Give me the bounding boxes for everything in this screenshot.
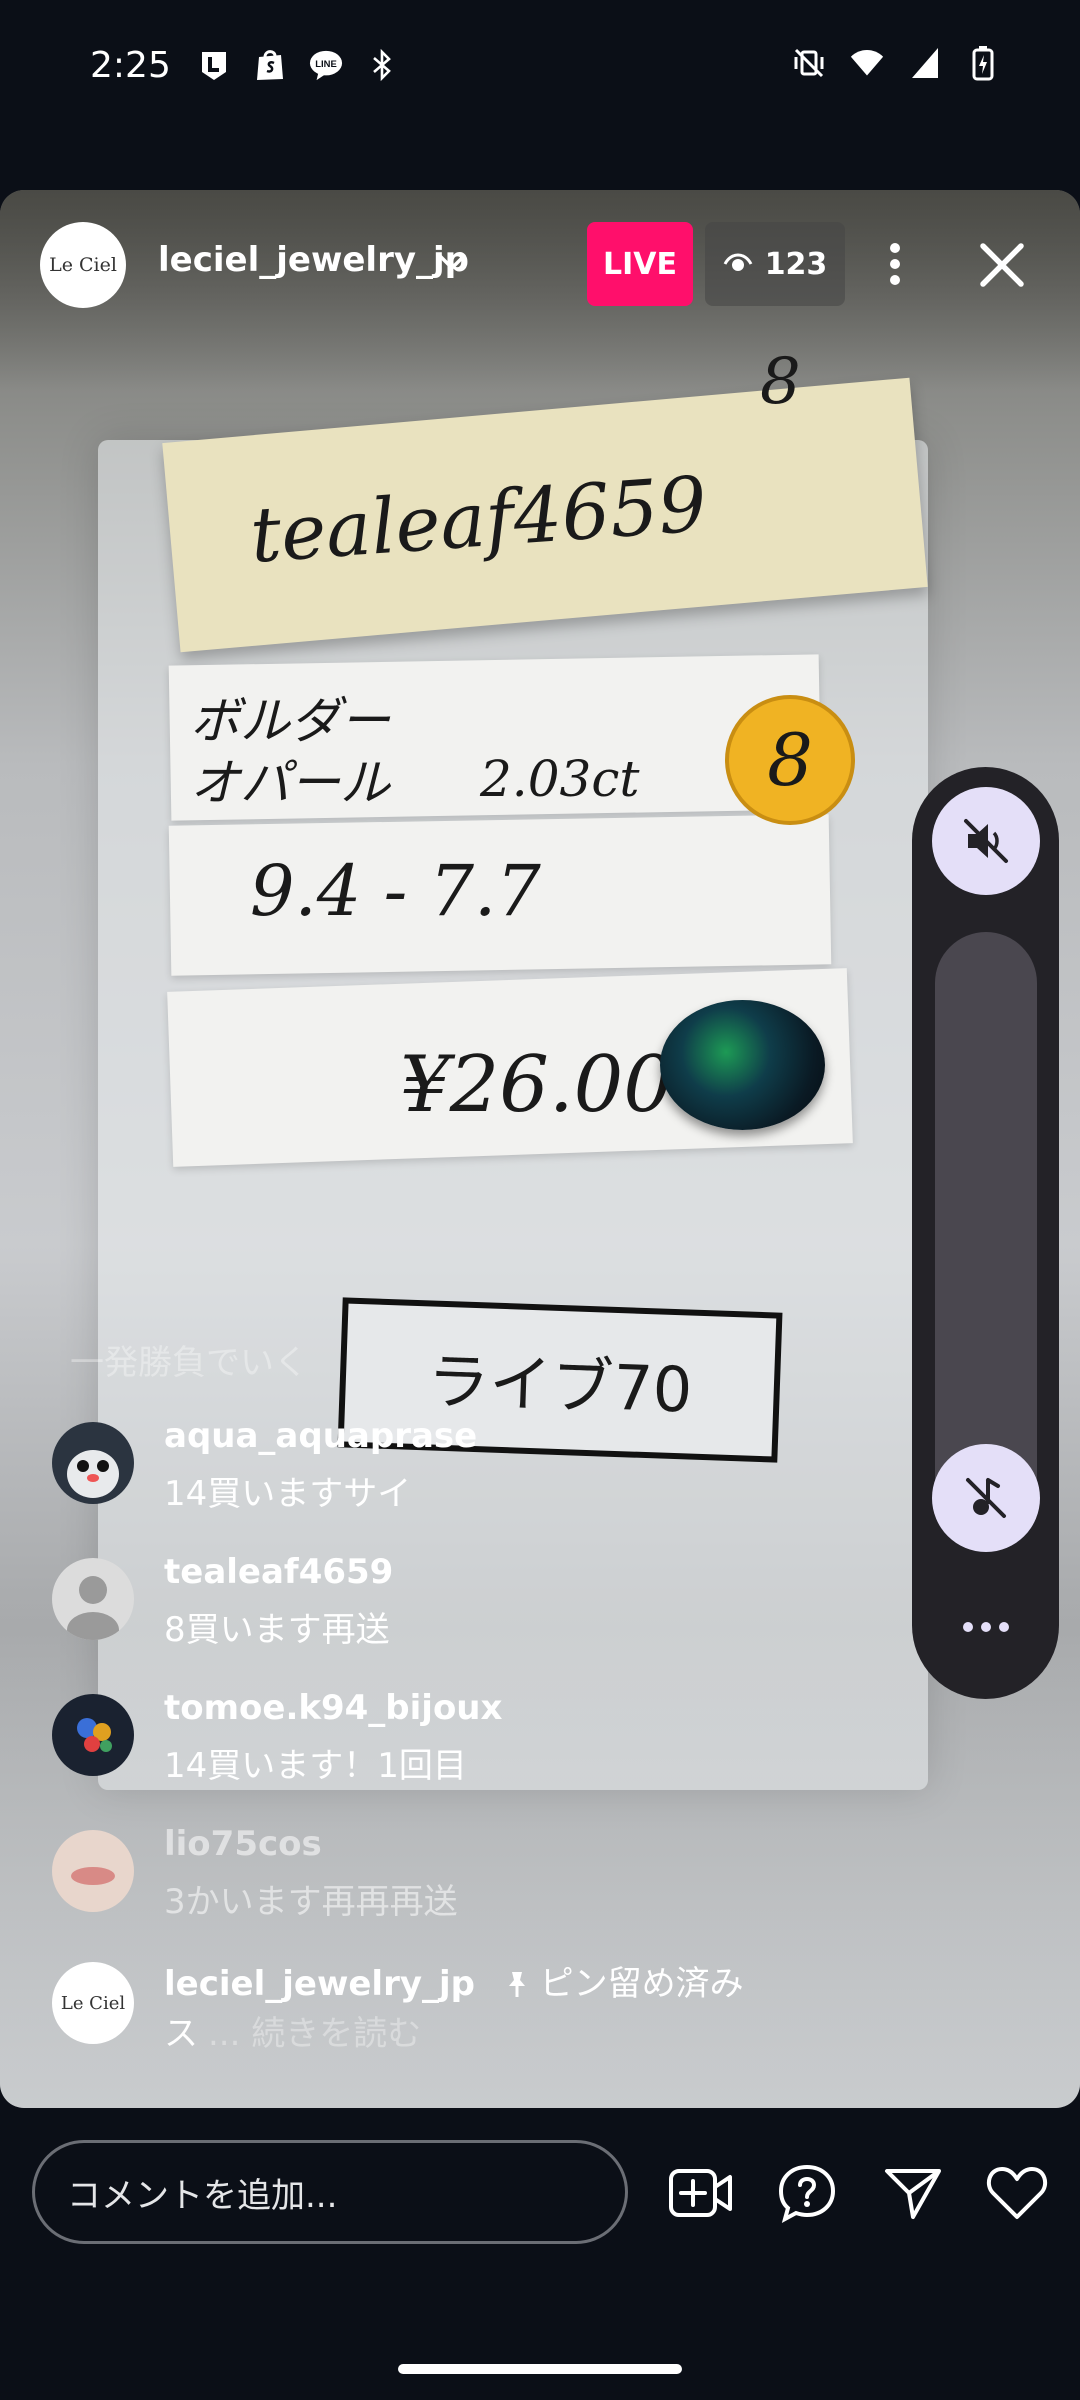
volume-slider[interactable] [935, 932, 1037, 1532]
card-carat-text: 2.03ct [480, 750, 640, 808]
card-name-text: ボルダー オパール [190, 692, 390, 812]
yellow-number-sticker: 8 [725, 695, 855, 825]
signal-icon [908, 46, 942, 80]
panel-more-icon[interactable] [912, 1607, 1059, 1647]
status-bar: 2:25 LINE [0, 0, 1080, 130]
comment-username[interactable]: tomoe.k94_bijoux [164, 1688, 502, 1728]
more-options-icon[interactable] [875, 238, 915, 290]
question-icon[interactable] [774, 2160, 840, 2226]
music-mute-button[interactable] [932, 1444, 1040, 1552]
line-icon: LINE [309, 48, 343, 82]
comment-username[interactable]: tealeaf4659 [164, 1552, 393, 1592]
comment-text: ス... 続きを読む [164, 2006, 421, 2055]
audio-control-panel [912, 767, 1059, 1699]
comment-item: tomoe.k94_bijoux 14買います！1回目 [52, 1688, 772, 1794]
host-username[interactable]: leciel_jewelry_jp [158, 240, 469, 280]
comment-username[interactable]: lio75cos [164, 1824, 322, 1864]
pin-icon [508, 1972, 525, 1997]
comment-item: lio75cos 3かいます再再再送 [52, 1824, 772, 1930]
viewer-count-badge[interactable]: 123 [705, 222, 845, 306]
faded-comment: 一発勝負でいく [70, 1343, 308, 1383]
battery-charging-icon [966, 46, 1000, 81]
pinned-comment-text: ス [164, 2014, 198, 2054]
comment-input[interactable]: コメントを追加... [32, 2140, 628, 2244]
live-header: Le Ciel leciel_jewelry_jp LIVE 123 [0, 222, 1080, 308]
comment-username[interactable]: aqua_aquaprase [164, 1416, 477, 1456]
vibrate-mute-icon [792, 46, 826, 80]
note-number: 8 [760, 345, 801, 419]
comment-item: tealeaf4659 8買います再送 [52, 1552, 772, 1658]
pin-label-text: ピン留め済み [539, 1964, 744, 2004]
home-indicator[interactable] [398, 2364, 682, 2374]
commenter-avatar[interactable]: Le Ciel [52, 1962, 134, 2044]
send-icon[interactable] [880, 2160, 946, 2226]
card-size-text: 9.4 - 7.7 [250, 850, 541, 932]
pinned-username: leciel_jewelry_jp [164, 1964, 475, 2004]
comment-input-placeholder: コメントを追加... [67, 2175, 338, 2216]
svg-text:LINE: LINE [315, 59, 337, 70]
comment-text: 14買います！1回目 [164, 1746, 467, 1786]
pinned-comment[interactable]: Le Ciel leciel_jewelry_jp ピン留め済み ス... 続き… [52, 1962, 772, 2062]
commenter-avatar[interactable] [52, 1558, 134, 1640]
comment-username[interactable]: leciel_jewelry_jp ピン留め済み [164, 1956, 744, 2005]
live-badge: LIVE [587, 222, 693, 306]
comment-item: aqua_aquaprase 14買いますサイ [52, 1416, 772, 1522]
commenter-avatar[interactable] [52, 1830, 134, 1912]
read-more-link[interactable]: ... 続きを読む [208, 2014, 421, 2054]
comment-text: 3かいます再再再送 [164, 1882, 458, 1922]
comment-text: 14買いますサイ [164, 1474, 412, 1514]
commenter-avatar-text: Le Ciel [60, 1992, 126, 2014]
heart-icon[interactable] [984, 2160, 1050, 2226]
bluetooth-icon [365, 48, 399, 82]
viewer-count: 123 [764, 246, 828, 282]
host-avatar[interactable]: Le Ciel [40, 222, 126, 308]
close-icon[interactable] [975, 238, 1029, 292]
volume-mute-button[interactable] [932, 787, 1040, 895]
chevron-down-icon[interactable] [432, 242, 472, 282]
shopify-icon [253, 48, 287, 82]
status-time: 2:25 [90, 44, 171, 86]
wifi-icon [850, 46, 884, 80]
l-app-icon [197, 48, 231, 82]
commenter-avatar[interactable] [52, 1422, 134, 1504]
comment-text: 8買います再送 [164, 1610, 390, 1650]
add-video-icon[interactable] [668, 2160, 734, 2226]
pin-label: ピン留め済み [505, 1964, 744, 2004]
eye-icon [723, 247, 753, 282]
commenter-avatar[interactable] [52, 1694, 134, 1776]
opal-stone [660, 1000, 825, 1130]
